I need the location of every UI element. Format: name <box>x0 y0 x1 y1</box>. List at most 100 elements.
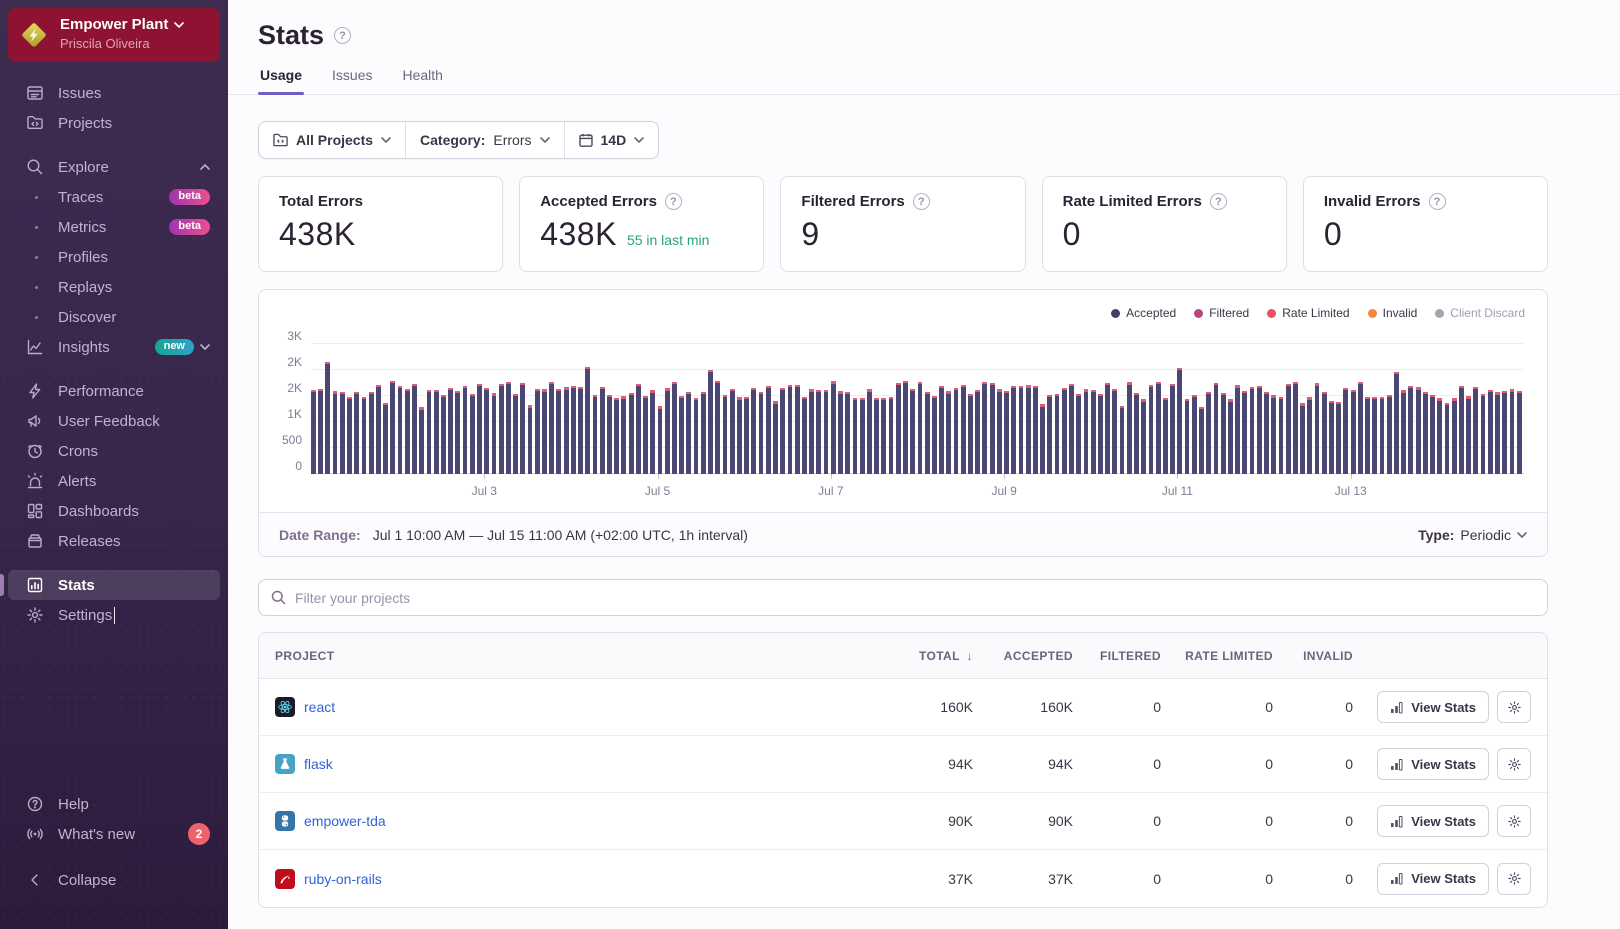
legend-item-client-discard[interactable]: Client Discard <box>1435 306 1525 320</box>
legend-item-accepted[interactable]: Accepted <box>1111 306 1176 320</box>
page-help-icon[interactable]: ? <box>334 27 351 44</box>
chart-bar <box>658 406 663 474</box>
x-axis-tick <box>484 474 485 479</box>
project-link[interactable]: react <box>304 699 335 715</box>
chart-bar-cap <box>1329 401 1334 403</box>
column-header-total[interactable]: TOTAL ↓ <box>868 649 973 663</box>
search-input[interactable] <box>295 590 1535 606</box>
view-stats-button[interactable]: View Stats <box>1377 863 1489 895</box>
sidebar-item-insights[interactable]: Insightsnew <box>8 332 220 362</box>
org-switcher[interactable]: Empower Plant Priscila Oliveira <box>8 8 220 62</box>
sidebar-item-discover[interactable]: Discover <box>8 302 220 332</box>
sidebar-item-label: Stats <box>58 577 95 594</box>
date-range-value: 14D <box>601 132 627 148</box>
project-settings-button[interactable] <box>1497 748 1531 780</box>
chart-bar <box>484 388 489 474</box>
chart-bar <box>376 385 381 474</box>
sidebar-item-metrics[interactable]: Metricsbeta <box>8 212 220 242</box>
chevron-down-icon <box>634 137 644 143</box>
sidebar-item-collapse[interactable]: Collapse <box>8 865 220 895</box>
chart-bar-cap <box>1387 395 1392 397</box>
column-header-filtered[interactable]: FILTERED <box>1073 649 1161 663</box>
bullet-icon <box>26 286 46 289</box>
view-stats-button[interactable]: View Stats <box>1377 805 1489 837</box>
project-settings-button[interactable] <box>1497 691 1531 723</box>
chart-bar <box>1026 385 1031 474</box>
org-text: Empower Plant Priscila Oliveira <box>60 16 184 55</box>
type-dropdown[interactable]: Type: Periodic <box>1418 527 1527 543</box>
sidebar-item-settings[interactable]: Settings <box>8 600 220 630</box>
help-icon[interactable]: ? <box>665 193 682 210</box>
chart-bar-cap <box>1069 384 1074 386</box>
stat-card-value-row: 0 <box>1324 216 1527 253</box>
sidebar-item-user-feedback[interactable]: User Feedback <box>8 406 220 436</box>
chart-bar-cap <box>390 381 395 383</box>
legend-item-filtered[interactable]: Filtered <box>1194 306 1249 320</box>
chart-bar <box>1401 390 1406 474</box>
help-icon[interactable]: ? <box>1210 193 1227 210</box>
sidebar-item-stats[interactable]: Stats <box>8 570 220 600</box>
project-settings-button[interactable] <box>1497 863 1531 895</box>
chart-bar <box>629 393 634 474</box>
chart-bar <box>881 398 886 474</box>
column-header-rate-limited[interactable]: RATE LIMITED <box>1161 649 1273 663</box>
chart-bar-cap <box>405 389 410 391</box>
chart-bar-cap <box>838 391 843 394</box>
column-header-project[interactable]: PROJECT <box>275 649 868 663</box>
chart-bar-cap <box>1055 394 1060 397</box>
chart-bar <box>340 392 345 474</box>
column-header-invalid[interactable]: INVALID <box>1273 649 1353 663</box>
bullet-icon <box>26 256 46 259</box>
chart-bar <box>1408 386 1413 474</box>
chart-bar <box>1170 384 1175 474</box>
legend-item-rate-limited[interactable]: Rate Limited <box>1267 306 1349 320</box>
chart-bar <box>650 390 655 474</box>
chart-bar-cap <box>874 398 879 400</box>
category-filter-dropdown[interactable]: Category: Errors <box>405 122 563 158</box>
stat-card-title-text: Filtered Errors <box>801 193 904 210</box>
sidebar-item-alerts[interactable]: Alerts <box>8 466 220 496</box>
sidebar-item-issues[interactable]: Issues <box>8 78 220 108</box>
x-axis-tick-label: Jul 9 <box>991 484 1016 498</box>
view-stats-button[interactable]: View Stats <box>1377 691 1489 723</box>
help-icon[interactable]: ? <box>913 193 930 210</box>
chart-bar-cap <box>318 389 323 391</box>
sidebar-item-projects[interactable]: Projects <box>8 108 220 138</box>
chart-bar-cap <box>564 387 569 390</box>
tab-issues[interactable]: Issues <box>330 67 374 94</box>
project-filter-dropdown[interactable]: All Projects <box>259 122 405 158</box>
chart-bar <box>896 383 901 474</box>
filtered-cell: 0 <box>1073 871 1161 887</box>
sidebar-item-replays[interactable]: Replays <box>8 272 220 302</box>
chart-bar-cap <box>412 384 417 386</box>
sidebar-item-releases[interactable]: Releases <box>8 526 220 556</box>
help-icon[interactable]: ? <box>1429 193 1446 210</box>
date-range-dropdown[interactable]: 14D <box>564 122 659 158</box>
platform-react-icon <box>275 697 295 717</box>
sidebar-item-crons[interactable]: Crons <box>8 436 220 466</box>
chart-bar-cap <box>1062 388 1067 390</box>
feedback-icon <box>26 412 46 430</box>
sidebar-item-traces[interactable]: Tracesbeta <box>8 182 220 212</box>
project-link[interactable]: flask <box>304 756 333 772</box>
sidebar-item-profiles[interactable]: Profiles <box>8 242 220 272</box>
tab-usage[interactable]: Usage <box>258 67 304 94</box>
sidebar-item-dashboards[interactable]: Dashboards <box>8 496 220 526</box>
chart-bar-cap <box>520 383 525 385</box>
tab-health[interactable]: Health <box>401 67 445 94</box>
chart-bar <box>311 390 316 474</box>
project-link[interactable]: ruby-on-rails <box>304 871 382 887</box>
view-stats-button[interactable]: View Stats <box>1377 748 1489 780</box>
project-link[interactable]: empower-tda <box>304 813 386 829</box>
chart-bar <box>1055 394 1060 475</box>
sidebar-item-explore[interactable]: Explore <box>8 152 220 182</box>
sidebar-item-performance[interactable]: Performance <box>8 376 220 406</box>
column-header-accepted[interactable]: ACCEPTED <box>973 649 1073 663</box>
sidebar-item-whats-new[interactable]: What's new2 <box>8 819 220 849</box>
chart-bar <box>795 385 800 474</box>
project-settings-button[interactable] <box>1497 805 1531 837</box>
legend-item-invalid[interactable]: Invalid <box>1368 306 1418 320</box>
chart-bar-cap <box>1040 404 1045 407</box>
sidebar-item-help[interactable]: Help <box>8 789 220 819</box>
stat-card-title: Accepted Errors? <box>540 193 743 210</box>
